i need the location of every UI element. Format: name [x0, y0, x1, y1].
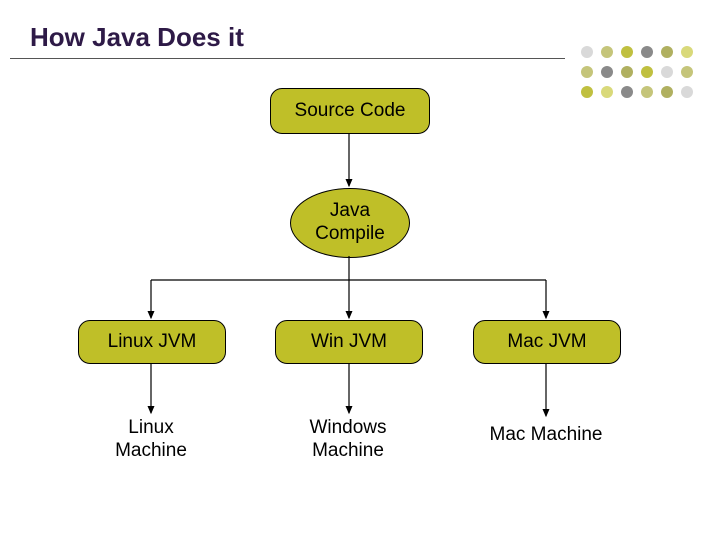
slide-title: How Java Does it	[30, 22, 244, 53]
node-java-compile: Java Compile	[290, 188, 410, 258]
node-linux-machine: Linux Machine	[78, 415, 224, 465]
node-label: Source Code	[295, 100, 406, 123]
node-label: Mac JVM	[507, 331, 586, 354]
node-label: Linux Machine	[115, 417, 187, 463]
decorative-dots-icon	[572, 42, 702, 122]
node-mac-machine: Mac Machine	[453, 420, 639, 450]
title-underline	[10, 58, 565, 59]
node-source-code: Source Code	[270, 88, 430, 134]
node-label: Windows Machine	[309, 417, 386, 463]
node-label: Mac Machine	[490, 424, 603, 447]
node-windows-machine: Windows Machine	[275, 415, 421, 465]
node-linux-jvm: Linux JVM	[78, 320, 226, 364]
node-label: Win JVM	[311, 331, 387, 354]
node-label: Java Compile	[315, 200, 385, 246]
node-mac-jvm: Mac JVM	[473, 320, 621, 364]
node-win-jvm: Win JVM	[275, 320, 423, 364]
node-label: Linux JVM	[108, 331, 197, 354]
